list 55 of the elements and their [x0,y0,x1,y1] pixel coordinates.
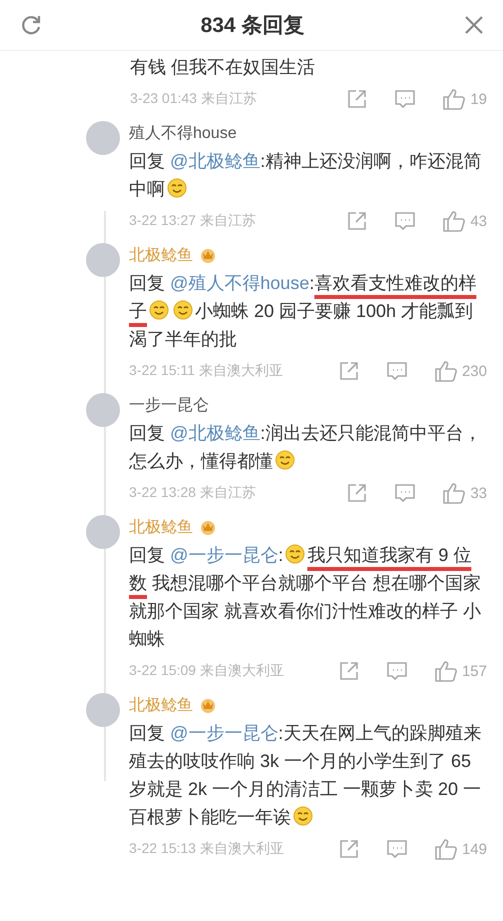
comment-text: 回复 @殖人不得house:喜欢看支性难改的样子 小蜘蛛 20 园子要赚 100h 才能瓢到渴了半年的批 [129,272,478,351]
share-icon[interactable] [346,482,368,504]
like-button[interactable]: 230 [434,360,487,382]
emoji-icon [293,806,313,826]
comment-icon[interactable] [394,210,416,232]
user-name[interactable]: 北极鲶鱼 [129,516,193,538]
comment-text: 有钱 但我不在奴国生活 [130,56,316,79]
comment-meta: 3-23 01:43 来自江苏 [130,90,258,108]
like-button[interactable]: 149 [434,838,487,860]
share-icon[interactable] [338,838,360,860]
comment-icon[interactable] [394,482,416,504]
comment-meta: 3-22 15:09 来自澳大利亚 [129,662,285,680]
comment-meta: 3-22 15:13 来自澳大利亚 [129,840,285,858]
avatar[interactable] [86,243,120,277]
comment-text: 回复 @一步一昆仑:天天在网上气的跺脚殖来殖去的吱吱作响 3k 一个月的小学生到了 65 岁就是 2k 一个月的清洁工 一颗萝卜卖 20 一百根萝卜能吃一年诶 [129,722,482,829]
user-name[interactable]: 北极鲶鱼 [129,694,193,716]
emoji-icon [149,300,169,320]
share-icon[interactable] [346,210,368,232]
avatar[interactable] [86,693,120,727]
comment-text: 回复 @北极鲶鱼:润出去还只能混简中平台，怎么办，懂得都懂 [129,422,482,473]
mention-link[interactable]: @殖人不得house [170,273,310,293]
user-name[interactable]: 殖人不得house [129,122,237,144]
user-name[interactable]: 一步一昆仑 [129,394,209,416]
share-icon[interactable] [338,660,360,682]
comment-icon[interactable] [386,660,408,682]
mention-link[interactable]: @北极鲶鱼 [170,151,260,171]
emoji-icon [167,178,187,198]
crown-icon [199,519,217,535]
share-icon[interactable] [346,88,368,110]
emoji-icon [275,450,295,470]
like-button[interactable]: 19 [442,88,487,110]
comment-meta: 3-22 13:27 来自江苏 [129,212,257,230]
avatar[interactable] [86,393,120,427]
comment-icon[interactable] [386,360,408,382]
user-name[interactable]: 北极鲶鱼 [129,244,193,266]
avatar[interactable] [86,121,120,155]
emoji-icon [173,300,193,320]
mention-link[interactable]: @一步一昆仑 [170,723,278,743]
comment-text: 回复 @北极鲶鱼:精神上还没润啊，咋还混简中啊 [129,150,482,201]
crown-icon [199,697,217,713]
comment-icon[interactable] [386,838,408,860]
mention-link[interactable]: @一步一昆仑 [170,545,278,565]
comment-meta: 3-22 13:28 来自江苏 [129,484,257,502]
comment-icon[interactable] [394,88,416,110]
crown-icon [199,247,217,263]
like-button[interactable]: 33 [442,482,487,504]
like-button[interactable]: 43 [442,210,487,232]
mention-link[interactable]: @北极鲶鱼 [170,423,260,443]
like-button[interactable]: 157 [434,660,487,682]
comment-meta: 3-22 15:11 来自澳大利亚 [129,362,284,380]
avatar[interactable] [86,515,120,549]
emoji-icon [285,544,306,564]
share-icon[interactable] [338,360,360,382]
comment-text: 回复 @一步一昆仑: 我只知道我家有 9 位数 我想混哪个平台就哪个平台 想在哪个国家就那个国家 就喜欢看你们汁性难改的样子 小蜘蛛 [129,543,482,651]
header-title: 834 条回复 [200,13,304,39]
